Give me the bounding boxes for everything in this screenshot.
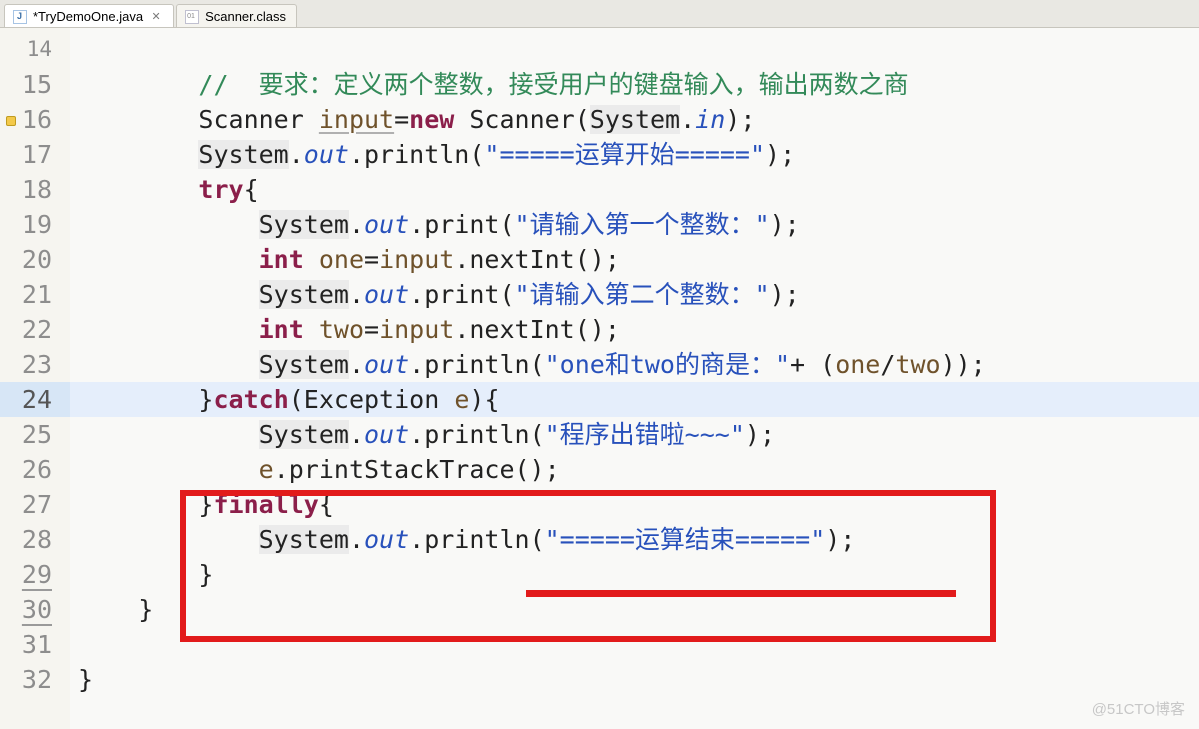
- code-line: System.out.print("请输入第一个整数：");: [70, 207, 1199, 242]
- code-line: int two=input.nextInt();: [70, 312, 1199, 347]
- code-line: System.out.println("one和two的商是："+ (one/t…: [70, 347, 1199, 382]
- code-line: System.out.println("程序出错啦~~~");: [70, 417, 1199, 452]
- code-line: [70, 627, 1199, 662]
- tab-label: *TryDemoOne.java: [33, 9, 143, 24]
- code-line: e.printStackTrace();: [70, 452, 1199, 487]
- code-line: }: [70, 592, 1199, 627]
- code-line: System.out.println("=====运算结束=====");: [70, 522, 1199, 557]
- code-line: int one=input.nextInt();: [70, 242, 1199, 277]
- code-line: Scanner input=new Scanner(System.in);: [70, 102, 1199, 137]
- highlight-underline: [526, 590, 956, 597]
- code-line: }catch(Exception e){: [70, 382, 1199, 417]
- tab-label: Scanner.class: [205, 9, 286, 24]
- tab-bar: *TryDemoOne.java ✕ Scanner.class: [0, 0, 1199, 28]
- tab-trydemoone[interactable]: *TryDemoOne.java ✕: [4, 4, 174, 27]
- class-file-icon: [185, 10, 199, 24]
- editor-area[interactable]: 14151617181920212223242526272829303132 /…: [0, 28, 1199, 729]
- code-line: System.out.print("请输入第二个整数：");: [70, 277, 1199, 312]
- code-line: }: [70, 557, 1199, 592]
- close-icon[interactable]: ✕: [149, 10, 163, 24]
- code-area[interactable]: // 要求：定义两个整数，接受用户的键盘输入，输出两数之商 Scanner in…: [70, 28, 1199, 729]
- code-line: }: [70, 662, 1199, 697]
- code-line: [70, 32, 1199, 67]
- code-line: try{: [70, 172, 1199, 207]
- java-file-icon: [13, 10, 27, 24]
- watermark: @51CTO博客: [1092, 698, 1185, 719]
- code-line: System.out.println("=====运算开始=====");: [70, 137, 1199, 172]
- tab-scanner[interactable]: Scanner.class: [176, 4, 297, 27]
- code-line: }finally{: [70, 487, 1199, 522]
- code-line: // 要求：定义两个整数，接受用户的键盘输入，输出两数之商: [70, 67, 1199, 102]
- line-gutter: 14151617181920212223242526272829303132: [0, 28, 70, 729]
